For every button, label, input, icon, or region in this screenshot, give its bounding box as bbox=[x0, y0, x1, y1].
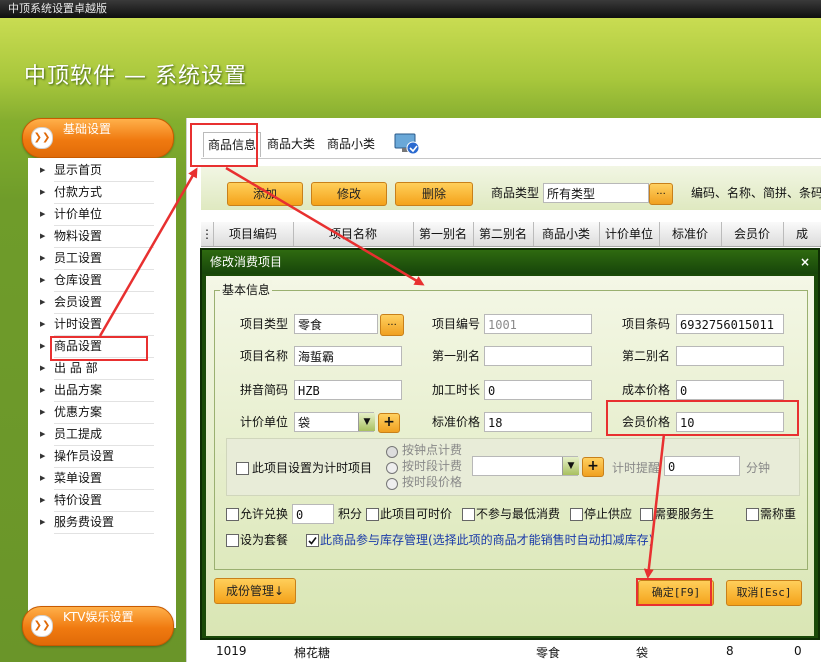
annotation-arrows bbox=[98, 166, 666, 579]
arrow-price-to-ok bbox=[643, 433, 666, 579]
arrow-tab-to-dialog bbox=[225, 166, 425, 286]
arrow-sidebar-to-tab bbox=[98, 167, 198, 337]
